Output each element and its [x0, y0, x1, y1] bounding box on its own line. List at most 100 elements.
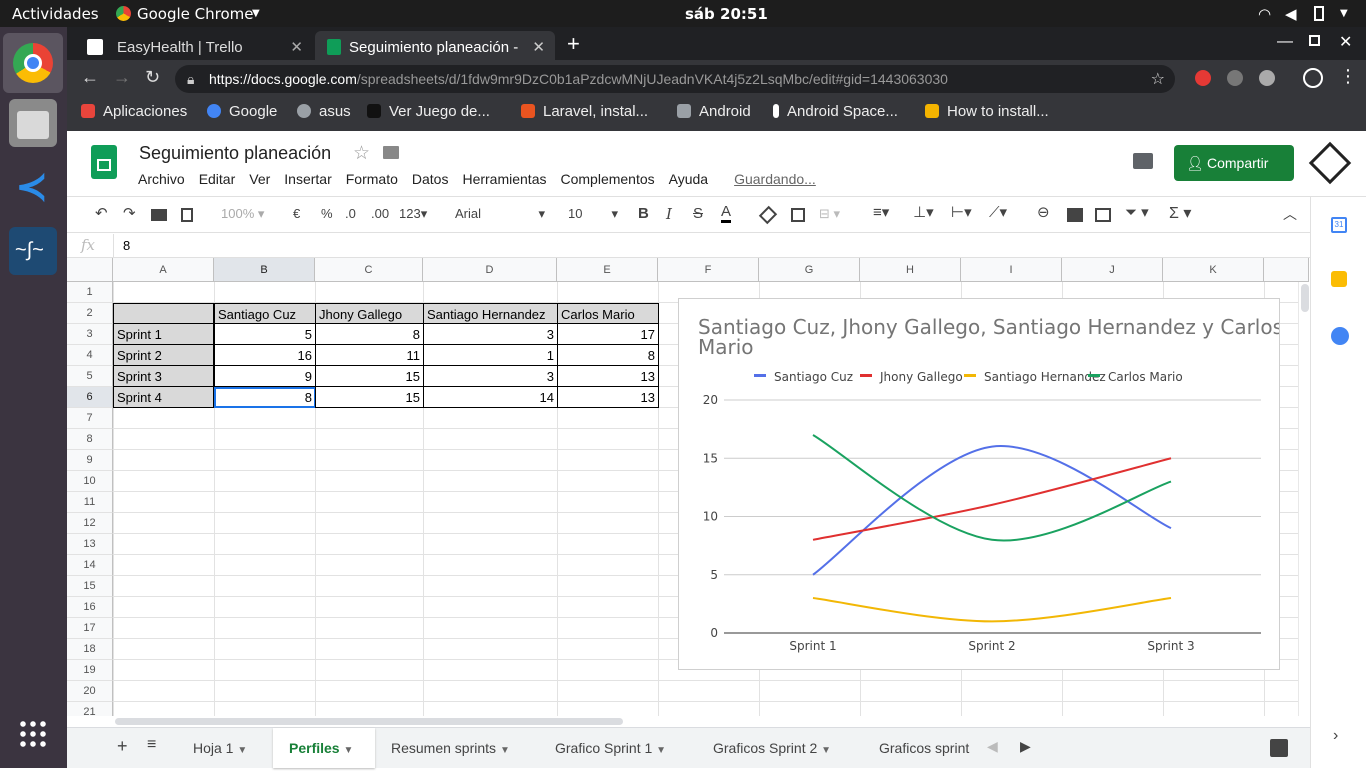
star-icon[interactable]: ☆: [353, 142, 370, 165]
text-color-icon[interactable]: A: [721, 203, 732, 223]
row-header[interactable]: 3: [67, 324, 113, 345]
bookmark[interactable]: How to install...: [925, 103, 1049, 120]
star-icon[interactable]: ☆: [1151, 69, 1165, 89]
close-icon[interactable]: ✕: [290, 38, 303, 56]
row-header[interactable]: 7: [67, 408, 113, 429]
sheet-tab[interactable]: Graficos sprint: [863, 728, 1003, 768]
column-header[interactable]: H: [860, 258, 961, 282]
merge-cells-icon[interactable]: ⊟ ▾: [819, 206, 840, 222]
bookmark[interactable]: Laravel, instal...: [521, 103, 648, 120]
save-status[interactable]: Guardando...: [734, 171, 816, 187]
menu-formato[interactable]: Formato: [346, 171, 398, 187]
table-header-cell[interactable]: Santiago Hernandez: [423, 303, 558, 324]
bookmark[interactable]: Ver Juego de...: [367, 103, 490, 120]
row-header[interactable]: 16: [67, 597, 113, 618]
table-row-label[interactable]: Sprint 2: [113, 345, 214, 366]
row-header[interactable]: 6: [67, 387, 113, 408]
profile-icon[interactable]: [1303, 68, 1323, 88]
row-header[interactable]: 1: [67, 282, 113, 303]
bold-icon[interactable]: B: [638, 205, 649, 222]
sheets-logo-icon[interactable]: [91, 145, 117, 179]
clock[interactable]: sáb 20:51: [685, 5, 768, 23]
percent-button[interactable]: %: [321, 206, 333, 221]
comments-icon[interactable]: [1133, 153, 1153, 169]
filter-icon[interactable]: ⏷ ▾: [1125, 203, 1149, 221]
sheet-tab[interactable]: Graficos Sprint 2 ▼: [697, 728, 863, 768]
tasks-icon[interactable]: [1331, 327, 1349, 345]
row-header[interactable]: 5: [67, 366, 113, 387]
strikethrough-icon[interactable]: S: [693, 205, 703, 222]
chevron-down-icon[interactable]: ▼: [656, 745, 666, 756]
currency-button[interactable]: €: [293, 206, 300, 221]
row-header[interactable]: 10: [67, 471, 113, 492]
horizontal-scrollbar[interactable]: [113, 716, 1310, 727]
dock-chrome[interactable]: [3, 33, 63, 93]
table-cell[interactable]: 3: [423, 366, 558, 387]
increase-decimals-button[interactable]: .00: [371, 206, 389, 221]
column-header[interactable]: K: [1163, 258, 1264, 282]
forward-icon[interactable]: →: [113, 67, 131, 88]
menu-datos[interactable]: Datos: [412, 171, 449, 187]
bookmark[interactable]: Google: [207, 103, 277, 120]
table-corner-cell[interactable]: [113, 303, 214, 324]
close-icon[interactable]: ✕: [532, 38, 545, 56]
wifi-icon[interactable]: ◠: [1258, 5, 1271, 23]
activities-button[interactable]: Actividades: [12, 5, 99, 23]
maximize-icon[interactable]: [1309, 35, 1320, 46]
scroll-tabs-left-icon[interactable]: ◀: [987, 738, 998, 755]
table-cell[interactable]: 14: [423, 387, 558, 408]
vscode-icon[interactable]: ≺: [9, 163, 57, 211]
back-icon[interactable]: ←: [81, 67, 99, 88]
keep-icon[interactable]: [1331, 271, 1347, 287]
link-icon[interactable]: ⊖: [1037, 203, 1050, 221]
new-tab-icon[interactable]: +: [567, 31, 580, 57]
chevron-down-icon[interactable]: ▼: [237, 745, 247, 756]
more-menu-icon[interactable]: ⋮: [1339, 66, 1357, 87]
extension-icon[interactable]: [1259, 70, 1275, 86]
active-cell[interactable]: 8: [214, 387, 316, 408]
borders-icon[interactable]: [791, 208, 805, 222]
table-cell[interactable]: 3: [423, 324, 558, 345]
minimize-icon[interactable]: —: [1277, 33, 1293, 51]
comment-add-icon[interactable]: [1067, 208, 1083, 222]
row-header[interactable]: 4: [67, 345, 113, 366]
table-cell[interactable]: 16: [214, 345, 316, 366]
share-button[interactable]: 👤︎ Compartir: [1174, 145, 1294, 181]
sheet-tab[interactable]: Perfiles ▼: [273, 728, 375, 768]
mysql-workbench-icon[interactable]: ~∫~: [9, 227, 57, 275]
text-rotation-icon[interactable]: ⟋▾: [989, 203, 1007, 221]
menu-ver[interactable]: Ver: [249, 171, 270, 187]
explore-icon[interactable]: [1270, 739, 1288, 757]
table-header-cell[interactable]: Carlos Mario: [557, 303, 659, 324]
print-icon[interactable]: [151, 209, 167, 221]
table-cell[interactable]: 1: [423, 345, 558, 366]
doc-title[interactable]: Seguimiento planeación: [139, 143, 331, 164]
functions-icon[interactable]: Σ ▾: [1169, 203, 1191, 223]
add-sheet-icon[interactable]: +: [117, 736, 128, 757]
vertical-scrollbar[interactable]: [1298, 282, 1310, 716]
row-header[interactable]: 18: [67, 639, 113, 660]
row-header[interactable]: 17: [67, 618, 113, 639]
row-header[interactable]: 13: [67, 534, 113, 555]
table-header-cell[interactable]: Jhony Gallego: [315, 303, 424, 324]
text-wrap-icon[interactable]: ⊢▾: [951, 203, 972, 221]
table-cell[interactable]: 8: [557, 345, 659, 366]
row-header[interactable]: 20: [67, 681, 113, 702]
bookmark[interactable]: asus: [297, 103, 351, 120]
column-header[interactable]: A: [113, 258, 214, 282]
files-icon[interactable]: [9, 99, 57, 147]
table-row-label[interactable]: Sprint 4: [113, 387, 214, 408]
row-header[interactable]: 19: [67, 660, 113, 681]
row-header[interactable]: 12: [67, 513, 113, 534]
bookmark[interactable]: Aplicaciones: [81, 103, 187, 120]
chart-insert-icon[interactable]: [1095, 208, 1111, 222]
column-header[interactable]: F: [658, 258, 759, 282]
chevron-down-icon[interactable]: ▼: [821, 745, 831, 756]
table-cell[interactable]: 5: [214, 324, 316, 345]
menu-insertar[interactable]: Insertar: [284, 171, 331, 187]
decrease-decimals-button[interactable]: .0: [345, 206, 356, 221]
table-row-label[interactable]: Sprint 1: [113, 324, 214, 345]
url-field[interactable]: 🔒︎ https://docs.google.com/spreadsheets/…: [175, 65, 1175, 93]
volume-icon[interactable]: ◀: [1285, 5, 1297, 23]
menu-archivo[interactable]: Archivo: [138, 171, 185, 187]
